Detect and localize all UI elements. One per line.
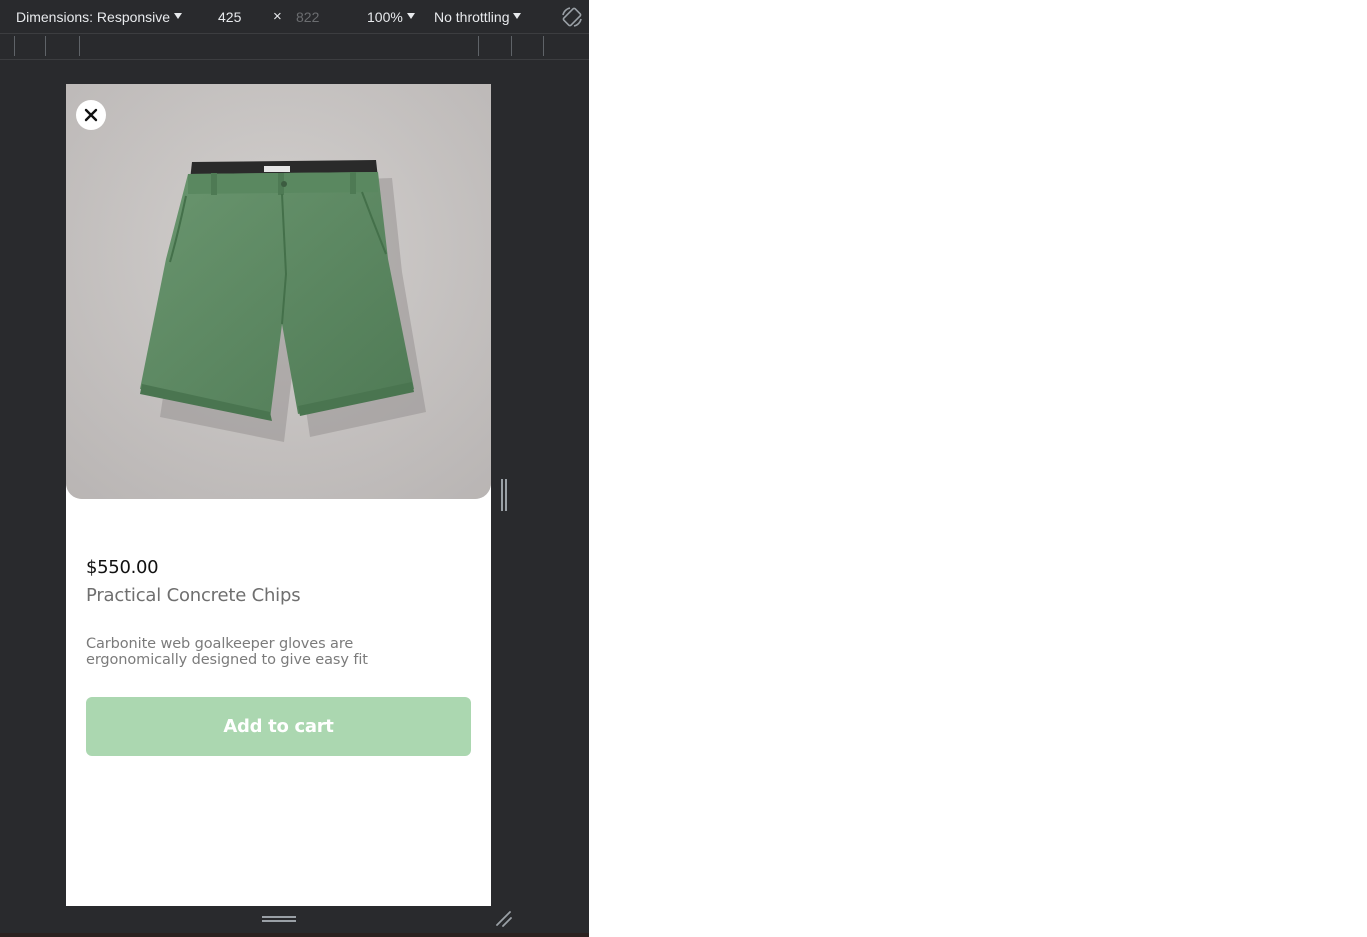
ruler-tick[interactable] [79,36,80,56]
device-toolbar: Dimensions: Responsive 425 × 822 100% No… [0,0,589,33]
close-icon [84,108,98,122]
close-button[interactable] [76,100,106,130]
height-input[interactable]: 822 [296,8,336,26]
throttling-dropdown[interactable]: No throttling [434,8,522,26]
devtools-device-toolbar-panel: Dimensions: Responsive 425 × 822 100% No… [0,0,589,937]
shorts-illustration [66,84,491,499]
resize-handle-icon[interactable] [262,913,296,925]
chevron-down-icon [513,13,522,19]
ruler-tick[interactable] [511,36,512,56]
ruler-tick[interactable] [14,36,15,56]
width-input[interactable]: 425 [218,8,258,26]
product-description: Carbonite web goalkeeper gloves are ergo… [86,636,368,668]
media-query-ruler [0,33,589,60]
add-to-cart-button[interactable]: Add to cart [86,697,471,756]
bottom-strip [0,933,589,937]
resize-corner-icon[interactable] [494,909,514,929]
ruler-tick[interactable] [45,36,46,56]
chevron-down-icon [406,13,415,19]
rotate-icon[interactable] [559,4,585,30]
device-viewport: $550.00 Practical Concrete Chips Carboni… [66,84,491,906]
chevron-down-icon [174,13,183,19]
product-image [66,84,491,499]
ruler-tick[interactable] [478,36,479,56]
dimension-separator: × [273,8,282,25]
dimensions-dropdown[interactable]: Dimensions: Responsive [16,8,183,26]
zoom-label: 100% [367,9,403,25]
ruler-tick[interactable] [543,36,544,56]
throttling-label: No throttling [434,9,510,25]
product-price: $550.00 [86,557,159,578]
resize-handle-icon[interactable] [499,479,509,511]
product-name: Practical Concrete Chips [86,585,301,606]
zoom-dropdown[interactable]: 100% [367,8,415,26]
dimensions-label: Dimensions: Responsive [16,9,171,25]
